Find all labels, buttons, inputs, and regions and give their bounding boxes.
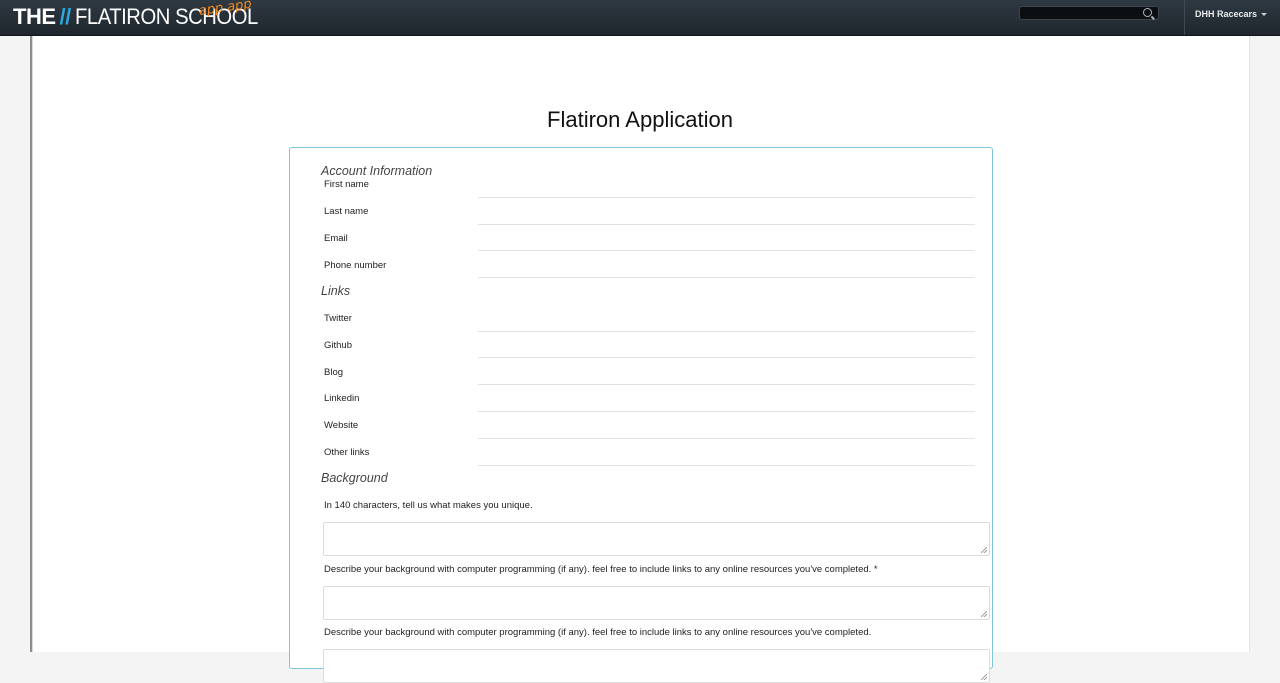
linkedin-field[interactable]: [478, 389, 979, 413]
github-label: Github: [324, 340, 352, 351]
resize-grip-icon[interactable]: [981, 611, 987, 617]
logo-slashes: //: [59, 4, 72, 29]
programming-background-label: Describe your background with computer p…: [324, 627, 872, 638]
twitter-label: Twitter: [324, 313, 352, 324]
search-box[interactable]: [1019, 6, 1159, 21]
first-name-field[interactable]: [478, 175, 979, 199]
top-navbar: THE//FLATIRON SCHOOL app app DHH Racecar…: [0, 0, 1280, 36]
unique-question-label: In 140 characters, tell us what makes yo…: [324, 500, 533, 511]
email-underline: [478, 250, 975, 251]
phone-number-label: Phone number: [324, 260, 387, 271]
programming-background-textarea[interactable]: [323, 649, 990, 683]
page-title: Flatiron Application: [547, 107, 733, 132]
application-form: Account Information First name Last name…: [289, 147, 993, 683]
phone-number-field[interactable]: [478, 255, 979, 279]
section-background: Background: [321, 471, 388, 485]
logo-the: THE: [13, 4, 56, 29]
user-menu-label: DHH Racecars: [1195, 9, 1258, 19]
resize-grip-icon[interactable]: [981, 547, 987, 553]
programming-background-required-textarea[interactable]: [323, 586, 990, 620]
first-name-underline: [478, 197, 975, 198]
unique-answer-textarea[interactable]: [323, 522, 990, 556]
last-name-label: Last name: [324, 206, 369, 217]
navbar-divider: [1184, 0, 1185, 35]
other-links-field[interactable]: [478, 443, 979, 467]
website-field[interactable]: [478, 416, 979, 440]
section-account-information: Account Information: [321, 164, 433, 178]
section-links: Links: [321, 284, 351, 298]
first-name-label: First name: [324, 179, 369, 190]
resize-grip-icon[interactable]: [981, 674, 987, 680]
blog-underline: [478, 384, 975, 385]
caret-down-icon: [1261, 13, 1268, 17]
twitter-field[interactable]: [478, 309, 979, 333]
blog-label: Blog: [324, 367, 344, 378]
search-icon[interactable]: [1143, 8, 1152, 17]
email-label: Email: [324, 233, 348, 244]
search-input[interactable]: [1024, 7, 1138, 21]
website-label: Website: [324, 420, 359, 431]
last-name-underline: [478, 224, 975, 225]
github-underline: [478, 357, 975, 358]
other-links-underline: [478, 465, 975, 466]
phone-number-underline: [478, 277, 975, 278]
programming-background-required-label: Describe your background with computer p…: [324, 564, 878, 575]
blog-field[interactable]: [478, 362, 979, 386]
website-underline: [478, 438, 975, 439]
last-name-field[interactable]: [478, 202, 979, 226]
twitter-underline: [478, 331, 975, 332]
linkedin-underline: [478, 411, 975, 412]
user-menu-dropdown[interactable]: DHH Racecars: [1195, 9, 1268, 19]
linkedin-label: Linkedin: [324, 393, 360, 404]
other-links-label: Other links: [324, 447, 370, 458]
